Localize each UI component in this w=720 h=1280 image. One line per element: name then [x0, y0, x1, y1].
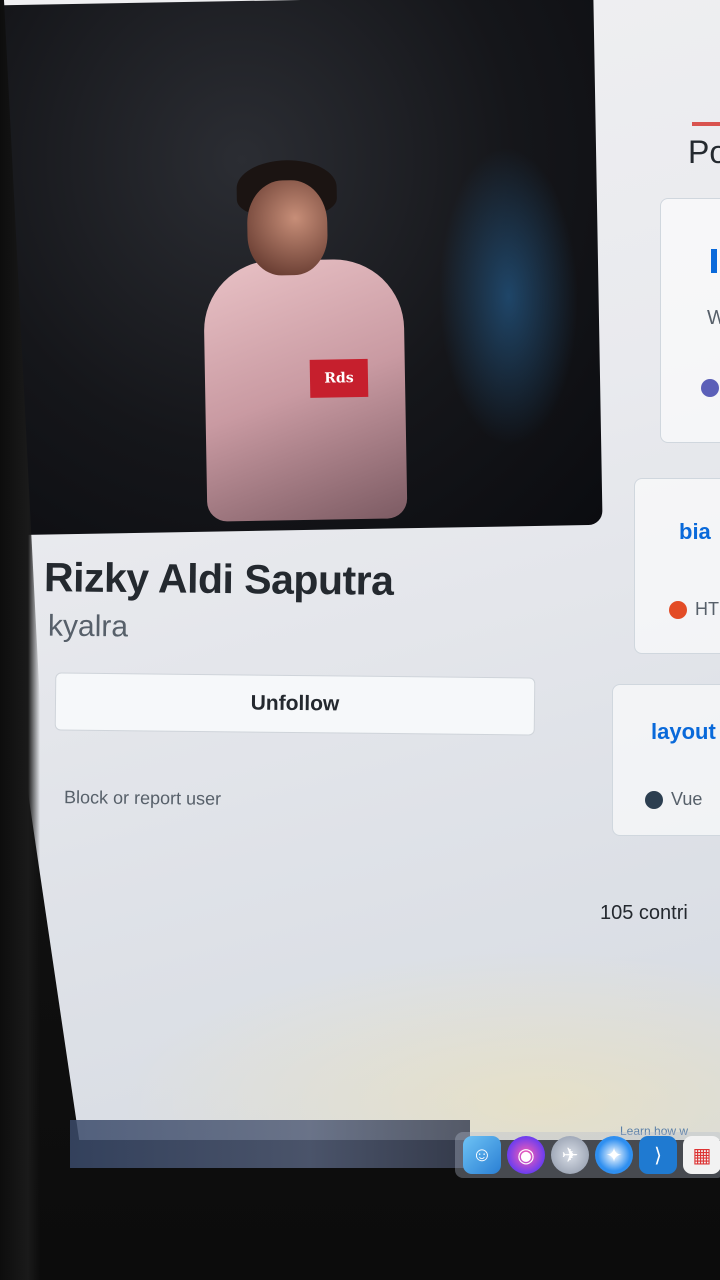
repo-name-link[interactable]: layout [651, 719, 716, 745]
avatar-hoodie-logo: Rds [309, 358, 369, 398]
avatar-person-head [246, 179, 329, 276]
repo-link-fragment[interactable] [711, 249, 717, 273]
taskbar-background [70, 1120, 470, 1168]
repo-language: Vue [645, 789, 702, 810]
pinned-repo-card[interactable]: bia HT [634, 478, 720, 654]
contributions-count: 105 contri [600, 902, 688, 924]
language-name: Vue [671, 789, 703, 809]
unfollow-button[interactable]: Unfollow [54, 672, 536, 736]
avatar-person-body [202, 258, 408, 522]
language-dot [701, 379, 719, 397]
tab-overview[interactable]: Po [688, 134, 720, 171]
repo-name-link[interactable]: bia [679, 519, 711, 545]
avatar-background-light [435, 145, 582, 448]
language-dot [645, 790, 663, 809]
dock: ☺ ◉ ✈ ✦ ⟩ ▦ [455, 1132, 720, 1178]
vscode-icon[interactable]: ⟩ [639, 1136, 677, 1174]
profile-username: kyalra [47, 609, 129, 644]
profile-avatar[interactable]: Rds [3, 0, 603, 536]
language-dot [669, 600, 687, 619]
siri-icon[interactable]: ◉ [507, 1136, 545, 1174]
language-name: HT [695, 599, 719, 619]
launchpad-icon[interactable]: ✈ [551, 1136, 589, 1174]
calendar-icon[interactable]: ▦ [683, 1136, 720, 1174]
photo-frame: Rds Rizky Aldi Saputra kyalra Unfollow B… [0, 0, 720, 1280]
profile-full-name: Rizky Aldi Saputra [43, 554, 394, 604]
block-report-link[interactable]: Block or report user [64, 787, 221, 810]
pinned-repo-card[interactable]: W [660, 198, 720, 443]
tab-active-underline [692, 122, 720, 126]
repo-language: HT [669, 599, 719, 620]
pinned-repo-card[interactable]: layout Vue [612, 684, 720, 836]
repo-description: W [707, 307, 720, 329]
finder-icon[interactable]: ☺ [463, 1136, 501, 1174]
safari-icon[interactable]: ✦ [595, 1136, 633, 1174]
